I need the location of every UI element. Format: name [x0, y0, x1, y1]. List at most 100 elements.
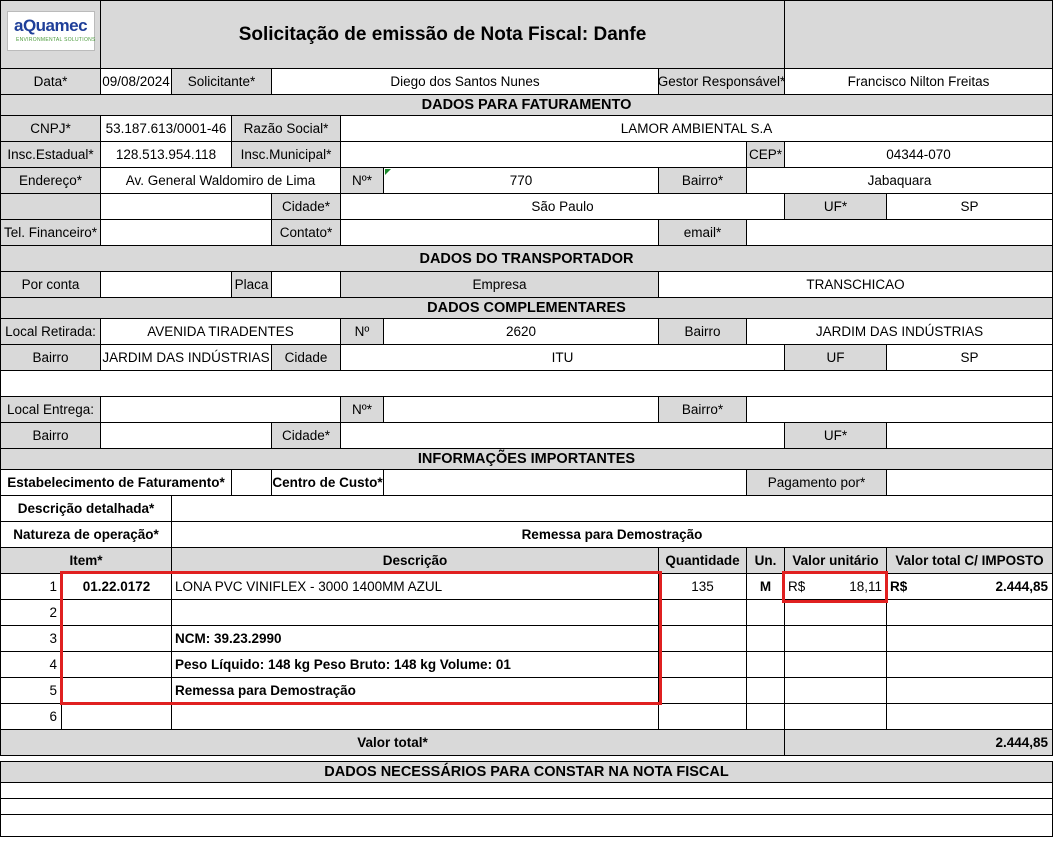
- bairro-field[interactable]: Jabaquara: [747, 168, 1053, 194]
- item-total-currency[interactable]: [887, 652, 927, 678]
- local-retirada-field[interactable]: AVENIDA TIRADENTES: [101, 319, 341, 345]
- entrega-numero-field[interactable]: [384, 397, 659, 423]
- por-conta-field[interactable]: [101, 272, 232, 298]
- item-total-cell[interactable]: [927, 626, 1053, 652]
- cep-field[interactable]: 04344-070: [785, 142, 1053, 168]
- item-unit-price-cell[interactable]: [825, 678, 887, 704]
- item-description-cell[interactable]: [172, 704, 659, 730]
- uf-label: UF*: [785, 194, 887, 220]
- natureza-operacao-field[interactable]: Remessa para Demostração: [172, 522, 1053, 548]
- retirada-uf-field[interactable]: SP: [887, 345, 1053, 371]
- entrega-cidade-field[interactable]: [341, 423, 785, 449]
- item-quantity-cell[interactable]: [659, 704, 747, 730]
- email-label: email*: [659, 220, 747, 246]
- item-number-cell: 6: [0, 704, 62, 730]
- item-quantity-cell[interactable]: [659, 600, 747, 626]
- item-total-cell[interactable]: [927, 652, 1053, 678]
- blank-field[interactable]: [101, 194, 272, 220]
- uf-field[interactable]: SP: [887, 194, 1053, 220]
- item-total-currency[interactable]: [887, 626, 927, 652]
- item-unit-price-currency[interactable]: [785, 626, 825, 652]
- entrega-uf-field[interactable]: [887, 423, 1053, 449]
- retirada-numero-field[interactable]: 2620: [384, 319, 659, 345]
- retirada-bairro2-field[interactable]: JARDIM DAS INDÚSTRIAS: [101, 345, 272, 371]
- numero-field[interactable]: 770: [384, 168, 659, 194]
- item-unit-price-currency[interactable]: [785, 652, 825, 678]
- razao-social-label: Razão Social*: [232, 116, 341, 142]
- razao-social-field[interactable]: LAMOR AMBIENTAL S.A: [341, 116, 1053, 142]
- empresa-field[interactable]: TRANSCHICAO: [659, 272, 1053, 298]
- item-number-cell: 2: [0, 600, 62, 626]
- cnpj-field[interactable]: 53.187.613/0001-46: [101, 116, 232, 142]
- item-total-cell[interactable]: [927, 678, 1053, 704]
- item-total-currency[interactable]: [887, 600, 927, 626]
- centro-custo-field[interactable]: [384, 470, 747, 496]
- item-total-cell[interactable]: 2.444,85: [927, 574, 1053, 600]
- nota-fiscal-line-2[interactable]: [0, 799, 1053, 815]
- item-quantity-cell[interactable]: [659, 678, 747, 704]
- nota-fiscal-line-1[interactable]: [0, 783, 1053, 799]
- item-total-currency[interactable]: R$: [887, 574, 927, 600]
- item-unit-price-cell[interactable]: [825, 626, 887, 652]
- item-unit-cell[interactable]: [747, 652, 785, 678]
- pagamento-label: Pagamento por*: [747, 470, 887, 496]
- item-number-cell: 3: [0, 626, 62, 652]
- item-unit-cell[interactable]: M: [747, 574, 785, 600]
- item-quantity-cell[interactable]: [659, 652, 747, 678]
- item-unit-price-currency[interactable]: [785, 600, 825, 626]
- item-unit-cell[interactable]: [747, 600, 785, 626]
- endereco-field[interactable]: Av. General Waldomiro de Lima: [101, 168, 341, 194]
- descricao-detalhada-field[interactable]: [172, 496, 1053, 522]
- blank-label: [0, 194, 101, 220]
- item-total-currency[interactable]: [887, 704, 927, 730]
- cidade-field[interactable]: São Paulo: [341, 194, 785, 220]
- entrega-bairro2-field[interactable]: [101, 423, 272, 449]
- gestor-field[interactable]: Francisco Nilton Freitas: [785, 69, 1053, 95]
- solicitante-field[interactable]: Diego dos Santos Nunes: [272, 69, 659, 95]
- tel-financeiro-field[interactable]: [101, 220, 272, 246]
- retirada-cidade-field[interactable]: ITU: [341, 345, 785, 371]
- item-unit-cell[interactable]: [747, 704, 785, 730]
- local-entrega-label: Local Entrega:: [0, 397, 101, 423]
- estabelecimento-field[interactable]: [232, 470, 272, 496]
- centro-custo-label: Centro de Custo*: [272, 470, 384, 496]
- cep-label: CEP*: [747, 142, 785, 168]
- entrega-bairro-field[interactable]: [747, 397, 1053, 423]
- insc-estadual-field[interactable]: 128.513.954.118: [101, 142, 232, 168]
- estabelecimento-label: Estabelecimento de Faturamento*: [0, 470, 232, 496]
- contato-label: Contato*: [272, 220, 341, 246]
- email-field[interactable]: [747, 220, 1053, 246]
- placa-field[interactable]: [272, 272, 341, 298]
- retirada-numero-label: Nº: [341, 319, 384, 345]
- nota-fiscal-line-3[interactable]: [0, 815, 1053, 837]
- endereco-label: Endereço*: [0, 168, 101, 194]
- item-unit-price-currency[interactable]: [785, 678, 825, 704]
- contato-field[interactable]: [341, 220, 659, 246]
- item-unit-price-cell[interactable]: [825, 652, 887, 678]
- retirada-bairro-label: Bairro: [659, 319, 747, 345]
- item-number-cell: 5: [0, 678, 62, 704]
- item-unit-cell[interactable]: [747, 678, 785, 704]
- local-entrega-field[interactable]: [101, 397, 341, 423]
- insc-municipal-field[interactable]: [341, 142, 747, 168]
- item-unit-price-cell[interactable]: [825, 600, 887, 626]
- empresa-label: Empresa: [341, 272, 659, 298]
- title-right-cell: [785, 0, 1053, 69]
- item-unit-cell[interactable]: [747, 626, 785, 652]
- section-complementares-header: DADOS COMPLEMENTARES: [0, 298, 1053, 319]
- item-code-cell[interactable]: [62, 704, 172, 730]
- insc-estadual-label: Insc.Estadual*: [0, 142, 101, 168]
- item-quantity-cell[interactable]: 135: [659, 574, 747, 600]
- item-number-cell: 1: [0, 574, 62, 600]
- pagamento-field[interactable]: [887, 470, 1053, 496]
- data-field[interactable]: 09/08/2024: [101, 69, 172, 95]
- col-header-un: Un.: [747, 548, 785, 574]
- item-total-currency[interactable]: [887, 678, 927, 704]
- item-total-cell[interactable]: [927, 704, 1053, 730]
- entrega-numero-label: Nº*: [341, 397, 384, 423]
- item-unit-price-cell[interactable]: [825, 704, 887, 730]
- item-unit-price-currency[interactable]: [785, 704, 825, 730]
- retirada-bairro-field[interactable]: JARDIM DAS INDÚSTRIAS: [747, 319, 1053, 345]
- item-quantity-cell[interactable]: [659, 626, 747, 652]
- item-total-cell[interactable]: [927, 600, 1053, 626]
